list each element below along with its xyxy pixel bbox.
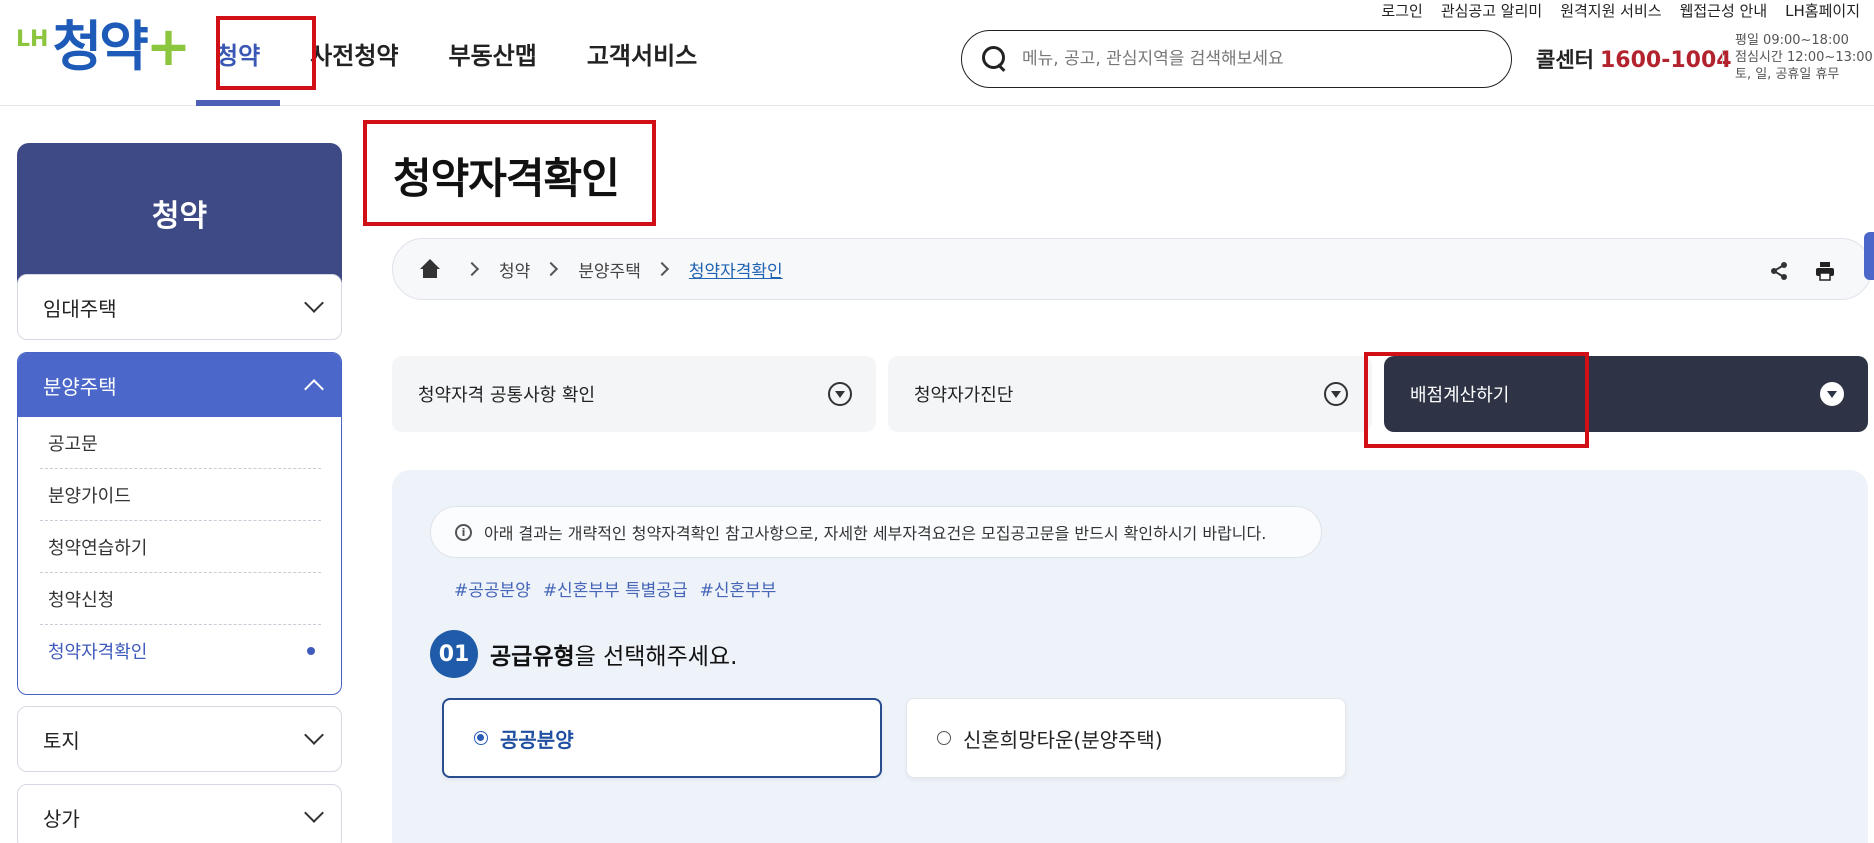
- logo-plus: +: [145, 15, 192, 78]
- supply-type-options: 공공분양 신혼희망타운(분양주택): [442, 698, 1346, 778]
- radio-unchecked-icon: [937, 731, 951, 745]
- gnb-item-real-estate-map[interactable]: 부동산맵: [449, 0, 537, 106]
- site-header: LH 청약 + 청약 사전청약 부동산맵 고객서비스 로그인 관심공고 알리미 …: [0, 0, 1874, 106]
- submenu-item-eligibility-check[interactable]: 청약자격확인: [40, 625, 321, 677]
- remote-support-link[interactable]: 원격지원 서비스: [1560, 0, 1661, 22]
- callcenter-label: 콜센터: [1536, 48, 1594, 72]
- submenu-label: 청약신청: [48, 589, 115, 611]
- quick-menu-handle[interactable]: [1864, 232, 1874, 280]
- sidebar-title: 청약: [17, 143, 342, 283]
- step-text-rest: 을 선택해주세요.: [574, 644, 738, 670]
- info-icon: i: [455, 523, 472, 541]
- sidebar-item-label: 분양주택: [43, 374, 117, 399]
- page-title: 청약자격확인: [393, 154, 620, 203]
- chevron-down-icon: [304, 725, 324, 745]
- tab-label: 청약자격 공통사항 확인: [418, 385, 596, 406]
- home-icon[interactable]: [419, 259, 441, 279]
- breadcrumb-item[interactable]: 분양주택: [578, 257, 641, 282]
- eligibility-panel: i 아래 결과는 개략적인 청약자격확인 참고사항으로, 자세한 세부자격요건은…: [392, 470, 1868, 843]
- step-heading: 01 공급유형을 선택해주세요.: [430, 630, 737, 678]
- sidebar-item-sale-housing: 분양주택 공고문 분양가이드 청약연습하기 청약신청 청약자격확인: [17, 352, 342, 695]
- breadcrumb-current[interactable]: 청약자격확인: [689, 257, 783, 282]
- circle-chevron-down-icon: [1324, 382, 1348, 406]
- option-label: 신혼희망타운(분양주택): [963, 727, 1163, 752]
- hours-holiday: 토, 일, 공휴일 휴무: [1735, 67, 1840, 82]
- chevron-right-icon: [654, 261, 669, 277]
- sidebar-item-rental-housing[interactable]: 임대주택: [17, 274, 342, 340]
- sidebar-item-label: 상가: [43, 806, 80, 831]
- logo-name: 청약: [52, 15, 148, 78]
- radio-checked-icon: [474, 731, 488, 745]
- notice-text: 아래 결과는 개략적인 청약자격확인 참고사항으로, 자세한 세부자격요건은 모…: [484, 524, 1267, 543]
- tab-common-requirements[interactable]: 청약자격 공통사항 확인: [392, 356, 876, 432]
- circle-chevron-down-icon: [1820, 382, 1844, 406]
- gnb-item-cheongyak[interactable]: 청약: [195, 0, 281, 106]
- gnb-item-pre-subscription[interactable]: 사전청약: [310, 0, 398, 106]
- callcenter-number[interactable]: 1600-1004: [1600, 48, 1732, 73]
- submenu-label: 분양가이드: [48, 485, 131, 507]
- breadcrumb: 청약 분양주택 청약자격확인: [392, 238, 1872, 300]
- tab-score-calculator[interactable]: 배점계산하기: [1384, 356, 1868, 432]
- sidebar-item-land[interactable]: 토지: [17, 706, 342, 772]
- option-label: 공공분양: [500, 727, 574, 752]
- search-icon[interactable]: [982, 46, 1008, 72]
- accessibility-link[interactable]: 웹접근성 안내: [1680, 0, 1768, 22]
- sidebar-item-label: 임대주택: [43, 296, 117, 321]
- submenu-label: 청약자격확인: [48, 642, 148, 663]
- share-icon[interactable]: [1769, 261, 1789, 281]
- active-dot-icon: [307, 647, 315, 655]
- submenu-item-practice[interactable]: 청약연습하기: [40, 521, 321, 573]
- callcenter: 콜센터 1600-1004: [1536, 44, 1732, 74]
- hashtag[interactable]: #신혼부부: [700, 576, 777, 601]
- step-number: 01: [430, 630, 478, 678]
- submenu-item-sale-guide[interactable]: 분양가이드: [40, 469, 321, 521]
- chevron-right-icon: [544, 261, 559, 277]
- global-nav: 청약 사전청약 부동산맵 고객서비스: [195, 0, 747, 106]
- hashtag-list: #공공분양 #신혼부부 특별공급 #신혼부부: [454, 576, 776, 601]
- sidebar-item-label: 토지: [43, 728, 80, 753]
- submenu-label: 청약연습하기: [48, 537, 148, 559]
- option-newlywed-hope-town[interactable]: 신혼희망타운(분양주택): [906, 698, 1346, 778]
- sidebar-item-sale-housing-header[interactable]: 분양주택: [18, 353, 341, 417]
- logo-prefix: LH: [16, 27, 49, 52]
- submenu-item-apply[interactable]: 청약신청: [40, 573, 321, 625]
- hours-lunch: 점심시간 12:00~13:00: [1735, 50, 1873, 65]
- login-link[interactable]: 로그인: [1381, 0, 1422, 22]
- tab-label: 청약자가진단: [914, 385, 1014, 406]
- hashtag[interactable]: #공공분양: [454, 576, 531, 601]
- option-public-sale[interactable]: 공공분양: [442, 698, 882, 778]
- hours-weekday: 평일 09:00~18:00: [1735, 33, 1849, 48]
- print-icon[interactable]: [1815, 261, 1835, 281]
- chevron-up-icon: [304, 379, 324, 399]
- hashtag[interactable]: #신혼부부 특별공급: [543, 576, 688, 601]
- tab-self-diagnosis[interactable]: 청약자가진단: [888, 356, 1372, 432]
- circle-chevron-down-icon: [828, 382, 852, 406]
- callcenter-hours: 평일 09:00~18:00 점심시간 12:00~13:00 토, 일, 공휴…: [1735, 32, 1873, 83]
- eligibility-tabs: 청약자격 공통사항 확인 청약자가진단 배점계산하기: [392, 356, 1868, 432]
- sidebar-submenu: 공고문 분양가이드 청약연습하기 청약신청 청약자격확인: [18, 417, 341, 677]
- lh-cheongyak-logo[interactable]: LH 청약 +: [16, 16, 191, 78]
- search-bar: [961, 30, 1512, 88]
- interest-alert-link[interactable]: 관심공고 알리미: [1441, 0, 1542, 22]
- search-input[interactable]: [1022, 49, 1462, 69]
- gnb-item-customer-service[interactable]: 고객서비스: [587, 0, 697, 106]
- tab-label: 배점계산하기: [1410, 385, 1510, 406]
- chevron-right-icon: [464, 261, 480, 277]
- notice-box: i 아래 결과는 개략적인 청약자격확인 참고사항으로, 자세한 세부자격요건은…: [430, 506, 1322, 558]
- step-text-strong: 공급유형: [490, 644, 575, 670]
- utility-links: 로그인 관심공고 알리미 원격지원 서비스 웹접근성 안내 LH홈페이지: [1381, 0, 1860, 22]
- lh-homepage-link[interactable]: LH홈페이지: [1785, 0, 1860, 22]
- divider: [1722, 50, 1723, 64]
- submenu-item-notice[interactable]: 공고문: [40, 417, 321, 469]
- submenu-label: 공고문: [48, 433, 98, 455]
- breadcrumb-item[interactable]: 청약: [499, 257, 530, 282]
- sidebar-item-commercial[interactable]: 상가: [17, 784, 342, 843]
- chevron-down-icon: [304, 293, 324, 313]
- chevron-down-icon: [304, 803, 324, 823]
- step-text: 공급유형을 선택해주세요.: [490, 637, 737, 671]
